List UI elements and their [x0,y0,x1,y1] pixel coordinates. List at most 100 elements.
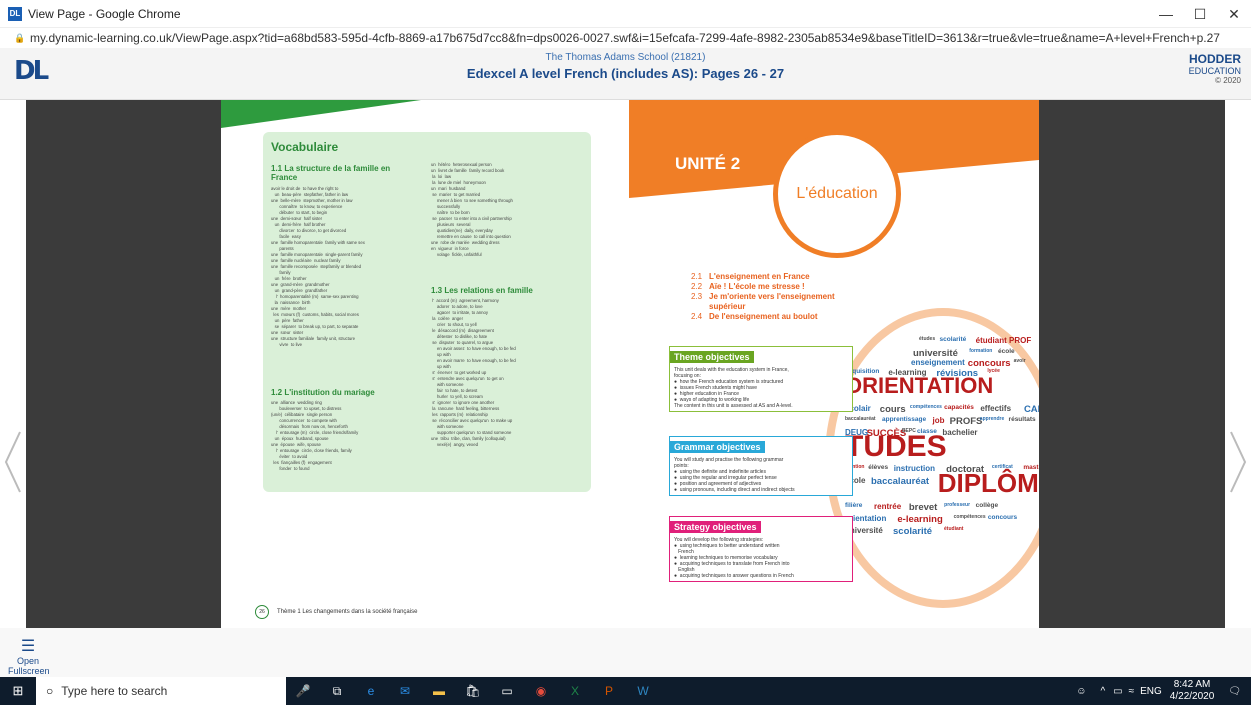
word-cloud-word: étudiant [944,526,964,532]
people-icon[interactable]: ☺ [1076,686,1086,697]
word-cloud-word: concours [987,514,1018,521]
word-cloud-word: effectifs [980,404,1012,413]
word-cloud-word: apprentissage [882,416,927,423]
window-icon[interactable]: ▭ [490,677,524,705]
language-indicator[interactable]: ENG [1140,686,1162,697]
page-number: 26 [255,605,269,619]
book-page-right: UNITÉ 2 L'éducation 2.1 L'enseignement en… [629,100,1039,628]
word-cloud-word: baccalauréat [871,476,930,487]
word-cloud-word: e-learning [897,514,943,525]
fullscreen-label: Open Fullscreen [8,656,50,676]
section-1-2: 1.2 L'institution du mariage [271,388,375,397]
word-cloud-word: PROFS [949,416,983,427]
wifi-icon[interactable]: ≈ [1129,686,1135,697]
address-bar[interactable]: 🔒 my.dynamic-learning.co.uk/ViewPage.asp… [0,28,1251,48]
vocabulary-box: Vocabulaire 1.1 La structure de la famil… [263,132,591,492]
theme-objectives-box: Theme objectives This unit deals with th… [669,346,853,412]
word-cloud-word: collège [975,502,999,509]
book-page-left: Vocabulaire 1.1 La structure de la famil… [221,100,629,628]
close-button[interactable]: ✕ [1217,0,1251,28]
next-page-icon[interactable] [1229,430,1247,494]
grammar-objectives-box: Grammar objectives You will study and pr… [669,436,853,496]
theme-objectives-body: This unit deals with the education syste… [674,367,793,409]
vocab-col1: avoir le droit de to have the right to u… [271,186,365,347]
grammar-objectives-heading: Grammar objectives [670,441,765,453]
excel-icon[interactable]: X [558,677,592,705]
vocab-col2: un hétéro heterosexual person un livret … [431,162,513,257]
word-cloud-word: professeur [944,502,971,508]
window-titlebar: DL View Page - Google Chrome [0,0,1251,28]
url-text[interactable]: my.dynamic-learning.co.uk/ViewPage.aspx?… [30,31,1230,45]
tray-chevron-icon[interactable]: ^ [1100,686,1105,697]
vocab-col2b: l' accord (m) agreement, harmony adorer … [431,298,516,447]
topic-item: 2.4 De l'enseignement au boulot [691,312,818,321]
word-icon[interactable]: W [626,677,660,705]
word-cloud-word: TUDES [845,430,947,463]
task-view-icon[interactable]: ⧉ [320,677,354,705]
vocab-col1b: une alliance wedding ring bouleverser to… [271,400,359,471]
word-cloud-word: ORIENTATION [845,373,994,399]
edge-icon[interactable]: e [354,677,388,705]
section-1-3: 1.3 Les relations en famille [431,286,533,295]
word-cloud-word: élèves [868,464,889,471]
section-1-1: 1.1 La structure de la famille en France [271,164,391,182]
hodder-logo: HODDER EDUCATION © 2020 [1188,52,1241,85]
start-button[interactable]: ⊞ [0,677,36,705]
notifications-icon[interactable]: 🗨 [1228,686,1241,697]
word-cloud-word: scolarité [893,526,933,537]
unit-title: L'éducation [796,185,878,202]
topic-item: supérieur [709,302,746,311]
word-cloud-word: résultats [1008,416,1036,423]
word-cloud-word: DIPLÔME [937,467,1039,498]
page-footer: 26 Thème 1 Les changements dans la socié… [255,605,417,619]
book-title: Edexcel A level French (includes AS): Pa… [466,66,785,81]
unit-label: UNITÉ 2 [675,154,741,173]
word-cloud-word: scolarité [939,336,967,343]
word-cloud-word: école [998,348,1015,355]
powerpoint-icon[interactable]: P [592,677,626,705]
mail-icon[interactable]: ✉ [388,677,422,705]
word-cloud-word: enseignement [911,358,965,367]
app-icon: DL [8,6,22,21]
store-icon[interactable]: 🛍 [456,677,490,705]
chrome-icon[interactable]: ◉ [524,677,558,705]
topic-item: 2.1 L'enseignement en France [691,272,810,281]
word-cloud-word: rentrée [874,502,902,511]
topic-item: 2.3 Je m'oriente vers l'enseignement [691,292,835,301]
open-fullscreen-button[interactable]: ☰ Open Fullscreen [8,636,50,676]
word-cloud-word: études [919,336,936,342]
word-cloud-word: compétences [953,514,986,520]
system-tray: ☺ ^ ▭ ≈ ENG 8:42 AM 4/22/2020 🗨 [1076,677,1251,705]
battery-icon[interactable]: ▭ [1113,686,1122,697]
word-cloud-word: bachelier [942,428,978,437]
word-cloud-word: job [932,416,945,425]
word-cloud-word: brevet [908,502,938,513]
word-cloud-word: avoir [1013,358,1026,364]
minimize-button[interactable]: — [1149,0,1183,28]
word-cloud-word: instruction [893,464,936,473]
word-cloud-word: capacités [944,404,974,411]
previous-page-icon[interactable] [4,430,22,494]
taskbar-search[interactable]: ○ Type here to search [36,677,286,705]
footer-text: Thème 1 Les changements dans la société … [277,609,418,615]
topic-list: 2.1 L'enseignement en France 2.2 Aïe ! L'é… [691,272,835,322]
fullscreen-icon: ☰ [20,638,36,655]
word-cloud-word: formation [969,348,993,354]
strategy-objectives-box: Strategy objectives You will develop the… [669,516,853,582]
microphone-icon[interactable]: 🎤 [286,677,320,705]
strategy-objectives-body: You will develop the following strategie… [674,537,794,579]
clock-date: 4/22/2020 [1169,691,1215,702]
word-cloud-word: cours [879,404,906,415]
word-cloud-word: apprendre [979,416,1005,422]
word-cloud-word: baccalauréat [845,416,876,422]
maximize-button[interactable]: ☐ [1183,0,1217,28]
word-cloud-word: CAP [1023,404,1039,415]
search-icon: ○ [46,684,54,698]
school-name: The Thomas Adams School (21821) [545,52,706,63]
file-explorer-icon[interactable]: ▬ [422,677,456,705]
topic-item: 2.2 Aïe ! L'école me stresse ! [691,282,805,291]
grammar-objectives-body: You will study and practise the followin… [674,457,795,493]
word-cloud-word: filière [845,502,863,509]
clock[interactable]: 8:42 AM 4/22/2020 [1170,679,1215,703]
title-circle: L'éducation [773,130,901,258]
